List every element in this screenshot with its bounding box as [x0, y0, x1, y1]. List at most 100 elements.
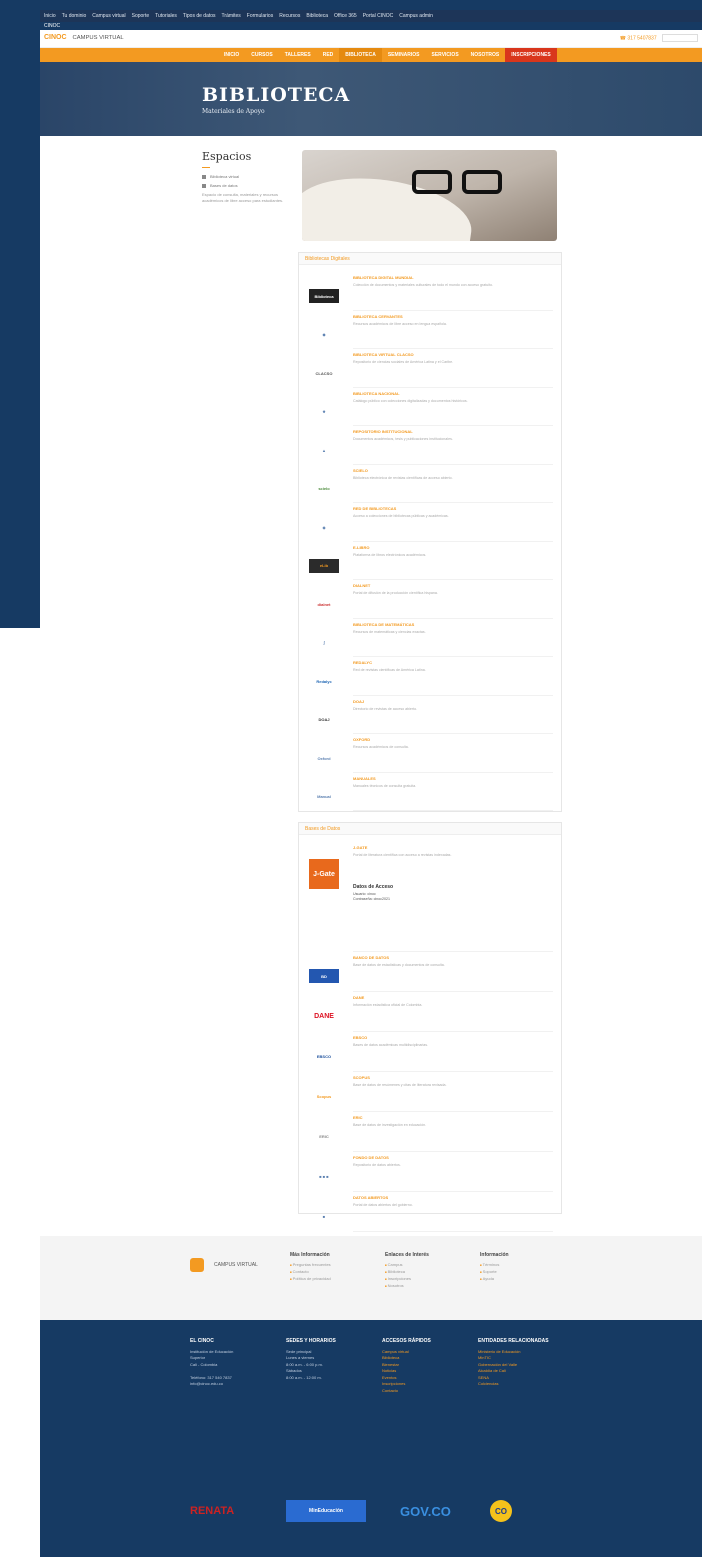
resource-title[interactable]: SCIELO: [353, 468, 553, 473]
sidebar-item-label: Biblioteca virtual: [210, 174, 240, 179]
resource-logo[interactable]: dialnet: [309, 597, 339, 611]
footer-link[interactable]: Inscripciones: [385, 1276, 429, 1281]
divider: [353, 425, 553, 426]
resource-logo[interactable]: Biblioteca: [309, 289, 339, 303]
resource-logo[interactable]: ■: [309, 1209, 339, 1223]
resource-title[interactable]: E-LIBRO: [353, 545, 553, 550]
sidebar-item-bases[interactable]: Bases de datos: [202, 183, 284, 188]
nav-item-nosotros[interactable]: NOSOTROS: [465, 48, 506, 62]
bookmark-item[interactable]: Formularios: [247, 13, 273, 19]
resource-logo[interactable]: scielo: [309, 482, 339, 496]
sidebar-item-biblioteca[interactable]: Biblioteca virtual: [202, 174, 284, 179]
resource-logo[interactable]: Scopus: [309, 1089, 339, 1103]
footer-link[interactable]: Preguntas frecuentes: [290, 1262, 331, 1267]
resource-title[interactable]: BIBLIOTECA DE MATEMÁTICAS: [353, 622, 553, 627]
resource-title[interactable]: REPOSITORIO INSTITUCIONAL: [353, 429, 553, 434]
resource-title[interactable]: FONDO DE DATOS: [353, 1155, 553, 1160]
nav-item-servicios[interactable]: SERVICIOS: [426, 48, 465, 62]
resource-logo[interactable]: DANE: [309, 1009, 339, 1023]
bookmark-item[interactable]: Portal CINOC: [363, 13, 394, 19]
bookmark-item[interactable]: Office 365: [334, 13, 357, 19]
resource-title[interactable]: SCOPUS: [353, 1075, 553, 1080]
section-heading: Bibliotecas Digitales: [299, 253, 561, 265]
footer-link[interactable]: Política de privacidad: [290, 1276, 331, 1281]
nav-item-cursos[interactable]: CURSOS: [245, 48, 278, 62]
resource-title[interactable]: BIBLIOTECA CERVANTES: [353, 314, 553, 319]
footer-dark-title: EL CINOC: [190, 1338, 214, 1344]
resource-title[interactable]: DIALNET: [353, 583, 553, 588]
bookmark-item[interactable]: Recursos: [279, 13, 300, 19]
resource-title[interactable]: BIBLIOTECA NACIONAL: [353, 391, 553, 396]
footer-link[interactable]: Contacto: [290, 1269, 331, 1274]
resource-logo[interactable]: Manual: [309, 790, 339, 804]
resource-title[interactable]: REDALYC: [353, 660, 553, 665]
nav-item-talleres[interactable]: TALLERES: [279, 48, 317, 62]
resource-title[interactable]: DANE: [353, 995, 553, 1000]
nav-item-seminarios[interactable]: SEMINARIOS: [382, 48, 426, 62]
divider: [353, 1031, 553, 1032]
nav-item-inicio[interactable]: INICIO: [218, 48, 245, 62]
resource-logo[interactable]: ◈: [309, 520, 339, 534]
footer-info: CAMPUS VIRTUAL Más Información Preguntas …: [40, 1236, 702, 1320]
site-logo[interactable]: CINOC CAMPUS VIRTUAL: [44, 34, 124, 41]
logo-renata[interactable]: RENATA: [190, 1500, 234, 1522]
resource-title[interactable]: EBSCO: [353, 1035, 553, 1040]
resource-logo[interactable]: CLACSO: [309, 366, 339, 380]
resource-title[interactable]: J-GATE: [353, 845, 553, 850]
resource-title[interactable]: MANUALES: [353, 776, 553, 781]
resource-title[interactable]: BANCO DE DATOS: [353, 955, 553, 960]
bookmark-item[interactable]: Tutoriales: [155, 13, 177, 19]
resource-logo[interactable]: Oxford: [309, 751, 339, 765]
resource-logo[interactable]: DOAJ: [309, 713, 339, 727]
resource-title[interactable]: BIBLIOTECA VIRTUAL CLACSO: [353, 352, 553, 357]
logo-co[interactable]: CO: [490, 1500, 512, 1522]
resource-logo[interactable]: ◆: [309, 328, 339, 342]
resource-title[interactable]: DOAJ: [353, 699, 553, 704]
resource-logo[interactable]: Redalyc: [309, 674, 339, 688]
footer-link[interactable]: Biblioteca: [385, 1269, 429, 1274]
phone-number[interactable]: 317 5407837: [627, 35, 656, 41]
nav-item-red[interactable]: RED: [317, 48, 340, 62]
main-nav: INICIO CURSOS TALLERES RED BIBLIOTECA SEMINAR…: [40, 48, 702, 62]
resource-title[interactable]: ERIC: [353, 1115, 553, 1120]
bookmark-item[interactable]: Campus virtual: [92, 13, 125, 19]
resource-logo[interactable]: ■ ■ ■: [309, 1169, 339, 1183]
resource-logo[interactable]: EBSCO: [309, 1049, 339, 1063]
resource-logo[interactable]: ⚜: [309, 405, 339, 419]
resource-title[interactable]: OXFORD: [353, 737, 553, 742]
search-input[interactable]: [662, 34, 698, 42]
bookmark-item[interactable]: Campus admin: [399, 13, 433, 19]
resource-description: Directorio de revistas de acceso abierto…: [353, 706, 418, 711]
footer-link[interactable]: Ayuda: [480, 1276, 509, 1281]
resource-logo[interactable]: J-Gate: [309, 859, 339, 889]
resource-title[interactable]: BIBLIOTECA DIGITAL MUNDIAL: [353, 275, 553, 280]
bookmark-item[interactable]: Soporte: [132, 13, 150, 19]
footer-dark-line[interactable]: Colciencias: [478, 1381, 568, 1388]
logo-govco[interactable]: GOV.CO: [400, 1500, 451, 1522]
footer-link[interactable]: Campus: [385, 1262, 429, 1267]
footer-link[interactable]: Términos: [480, 1262, 509, 1267]
resource-logo[interactable]: ▲: [309, 443, 339, 457]
bookmark-item[interactable]: Inicio: [44, 13, 56, 19]
sidebar-title: Espacios: [202, 150, 252, 163]
resource-logo[interactable]: ERIC: [309, 1129, 339, 1143]
footer-link[interactable]: Nosotros: [385, 1283, 429, 1288]
resource-description: Bases de datos académicas multidisciplin…: [353, 1043, 429, 1047]
bookmark-item[interactable]: Tipos de datos: [183, 13, 216, 19]
bookmark-item[interactable]: Biblioteca: [306, 13, 328, 19]
nav-item-biblioteca[interactable]: BIBLIOTECA: [339, 48, 382, 62]
footer-dark-line[interactable]: Contacto: [382, 1388, 472, 1395]
bookmark-item[interactable]: Trámites: [222, 13, 241, 19]
footer-link[interactable]: Soporte: [480, 1269, 509, 1274]
divider: [353, 1191, 553, 1192]
resource-title[interactable]: RED DE BIBLIOTECAS: [353, 506, 553, 511]
logo-mineducacion[interactable]: MinEducación: [286, 1500, 366, 1522]
resource-title[interactable]: DATOS ABIERTOS: [353, 1195, 553, 1200]
bookmark-bar: Inicio Tu dominio Campus virtual Soporte Tut…: [40, 10, 702, 22]
nav-item-inscripciones[interactable]: INSCRIPCIONES: [505, 48, 557, 62]
resource-logo[interactable]: eLib: [309, 558, 339, 573]
resource-logo[interactable]: BD: [309, 969, 339, 983]
site-header: CINOC CAMPUS VIRTUAL ☎ 317 5407837: [40, 30, 702, 48]
bookmark-item[interactable]: Tu dominio: [62, 13, 87, 19]
resource-logo[interactable]: ∫: [309, 636, 339, 650]
